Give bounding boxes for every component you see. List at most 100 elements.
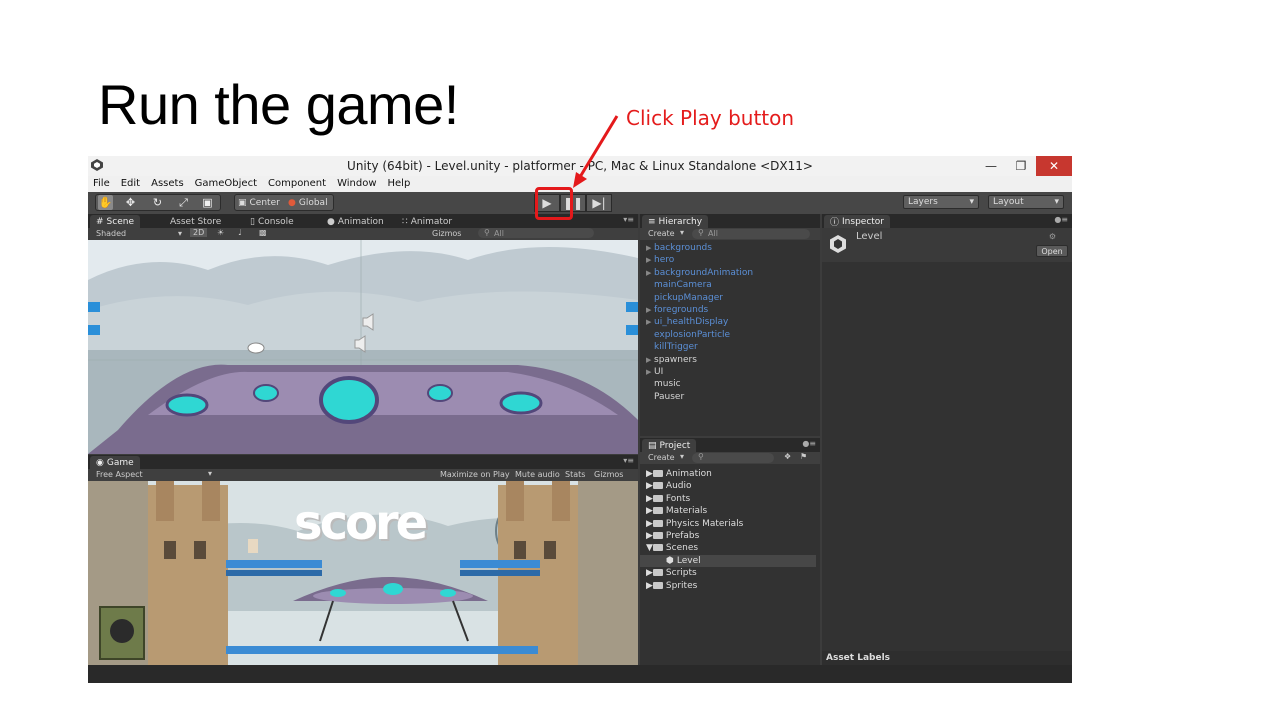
tab-game[interactable]: ◉ Game	[90, 456, 140, 469]
expand-arrow-icon[interactable]: ▶	[646, 519, 653, 529]
project-create-dropdown[interactable]: Create	[648, 453, 675, 462]
expand-arrow-icon[interactable]: ▼	[646, 543, 653, 553]
maximize-button[interactable]: ❐	[1006, 156, 1036, 176]
filter-by-label-icon[interactable]: ⚑	[800, 452, 807, 461]
rotate-tool-icon[interactable]: ↻	[150, 195, 165, 210]
expand-arrow-icon[interactable]: ▶	[646, 366, 654, 378]
minimize-button[interactable]: —	[976, 156, 1006, 176]
hierarchy-item-label: Pauser	[654, 391, 685, 402]
maximize-on-play-toggle[interactable]: Maximize on Play	[440, 470, 510, 479]
settings-gear-icon[interactable]: ⚙	[1049, 232, 1056, 241]
scale-tool-icon[interactable]: ⤢	[176, 195, 191, 210]
project-folder-item[interactable]: ▶ Sprites	[646, 580, 697, 592]
scene-illustration	[88, 240, 638, 454]
expand-arrow-icon[interactable]: ▶	[646, 254, 654, 266]
tab-inspector[interactable]: ⓘ Inspector	[824, 215, 890, 228]
menu-component[interactable]: Component	[263, 176, 332, 192]
scene-search-input[interactable]: ⚲ All	[478, 228, 594, 238]
pivot-global-label: Global	[298, 197, 328, 208]
step-button[interactable]: ▶|	[586, 194, 612, 212]
project-folder-item[interactable]: ▶ Scripts	[646, 567, 697, 579]
stats-toggle[interactable]: Stats	[565, 470, 585, 479]
project-search-input[interactable]: ⚲	[692, 452, 774, 463]
pivot-center-toggle[interactable]: ▣ Center	[238, 195, 280, 210]
expand-arrow-icon[interactable]: ▶	[646, 354, 654, 366]
expand-arrow-icon[interactable]: ▶	[646, 481, 653, 491]
audio-icon[interactable]: ♩	[238, 228, 242, 237]
tab-scene[interactable]: # Scene	[90, 215, 140, 228]
aspect-dropdown[interactable]: Free Aspect	[96, 470, 143, 479]
project-folder-item[interactable]: ▶ Fonts	[646, 493, 690, 505]
scene-gizmos-dropdown[interactable]: Gizmos	[432, 229, 461, 238]
menu-file[interactable]: File	[88, 176, 116, 192]
expand-arrow-icon[interactable]: ▶	[646, 242, 654, 254]
hierarchy-item[interactable]: ▶ spawners	[646, 354, 697, 366]
hierarchy-item[interactable]: ▶ ui_healthDisplay	[646, 316, 728, 328]
hierarchy-item[interactable]: killTrigger	[646, 341, 698, 353]
expand-arrow-icon[interactable]: ▶	[646, 531, 653, 541]
project-folder-item[interactable]: ▶ Physics Materials	[646, 518, 743, 530]
unity-scene-icon	[830, 235, 846, 253]
tab-console[interactable]: ▯ Console	[244, 215, 300, 228]
mute-audio-toggle[interactable]: Mute audio	[515, 470, 560, 479]
project-folder-item[interactable]: ▶ Prefabs	[646, 530, 699, 542]
hierarchy-item[interactable]: ▶ UI	[646, 366, 663, 378]
close-button[interactable]: ✕	[1036, 156, 1072, 176]
expand-arrow-icon[interactable]: ▶	[646, 581, 653, 591]
game-view-canvas[interactable]: score	[88, 481, 638, 665]
rect-tool-icon[interactable]: ▣	[200, 195, 215, 210]
expand-arrow-icon[interactable]: ▶	[646, 469, 653, 479]
shading-mode-dropdown[interactable]: Shaded	[96, 229, 126, 238]
expand-arrow-icon[interactable]: ▶	[646, 316, 654, 328]
hierarchy-item[interactable]: explosionParticle	[646, 329, 730, 341]
project-folder-item[interactable]: ▶ Audio	[646, 480, 692, 492]
move-tool-icon[interactable]: ✥	[123, 195, 138, 210]
hierarchy-item[interactable]: ▶ backgroundAnimation	[646, 267, 753, 279]
open-button[interactable]: Open	[1036, 245, 1068, 257]
project-scene-item[interactable]: ⬢ Level	[640, 554, 816, 567]
toolbar: ✋ ✥ ↻ ⤢ ▣ ▣ Center ● Global ▶ ❚❚ ▶| Layers…	[88, 192, 1072, 214]
expand-arrow-icon[interactable]: ▶	[646, 506, 653, 516]
project-folder-item[interactable]: ▶ Animation	[646, 468, 712, 480]
tab-asset-store[interactable]: Asset Store	[164, 215, 227, 228]
layers-dropdown[interactable]: Layers ▾	[903, 195, 979, 209]
menu-edit[interactable]: Edit	[116, 176, 146, 192]
hand-tool-icon[interactable]: ✋	[98, 195, 113, 210]
lighting-icon[interactable]: ☀	[217, 228, 224, 237]
hierarchy-item[interactable]: ▶ foregrounds	[646, 304, 708, 316]
expand-arrow-icon[interactable]: ▶	[646, 494, 653, 504]
layout-dropdown[interactable]: Layout ▾	[988, 195, 1064, 209]
hierarchy-create-dropdown[interactable]: Create	[648, 229, 675, 238]
panel-menu-icon[interactable]: ▾≡	[623, 215, 634, 224]
hierarchy-item[interactable]: mainCamera	[646, 279, 712, 291]
effects-icon[interactable]: ▩	[259, 228, 267, 237]
hierarchy-item[interactable]: pickupManager	[646, 292, 723, 304]
hierarchy-search-input[interactable]: ⚲ All	[692, 228, 810, 239]
mode-2d-toggle[interactable]: 2D	[190, 228, 208, 237]
project-icon: ▤	[648, 440, 657, 451]
menu-assets[interactable]: Assets	[146, 176, 190, 192]
expand-arrow-icon[interactable]: ▶	[646, 568, 653, 578]
menu-gameobject[interactable]: GameObject	[190, 176, 263, 192]
expand-arrow-icon[interactable]: ▶	[646, 267, 654, 279]
scene-view-canvas[interactable]	[88, 240, 638, 454]
panel-menu-icon[interactable]: ▾≡	[623, 456, 634, 465]
menu-window[interactable]: Window	[332, 176, 382, 192]
lock-icon[interactable]: ●≡	[802, 439, 816, 448]
pivot-global-toggle[interactable]: ● Global	[288, 195, 328, 210]
project-folder-item[interactable]: ▶ Materials	[646, 505, 707, 517]
project-folder-item[interactable]: ▼ Scenes	[646, 542, 698, 554]
tab-project[interactable]: ▤ Project	[642, 439, 697, 452]
filter-by-type-icon[interactable]: ❖	[784, 452, 791, 461]
lock-icon[interactable]: ●≡	[1054, 215, 1068, 224]
tab-hierarchy[interactable]: ≡ Hierarchy	[642, 215, 709, 228]
hierarchy-item[interactable]: ▶ backgrounds	[646, 242, 712, 254]
expand-arrow-icon[interactable]: ▶	[646, 304, 654, 316]
game-gizmos-dropdown[interactable]: Gizmos	[594, 470, 623, 479]
hierarchy-item[interactable]: Pauser	[646, 391, 684, 403]
tab-animator[interactable]: ∷ Animator	[396, 215, 458, 228]
menu-help[interactable]: Help	[383, 176, 417, 192]
hierarchy-item[interactable]: music	[646, 378, 681, 390]
hierarchy-item[interactable]: ▶ hero	[646, 254, 674, 266]
tab-animation[interactable]: ● Animation	[321, 215, 390, 228]
